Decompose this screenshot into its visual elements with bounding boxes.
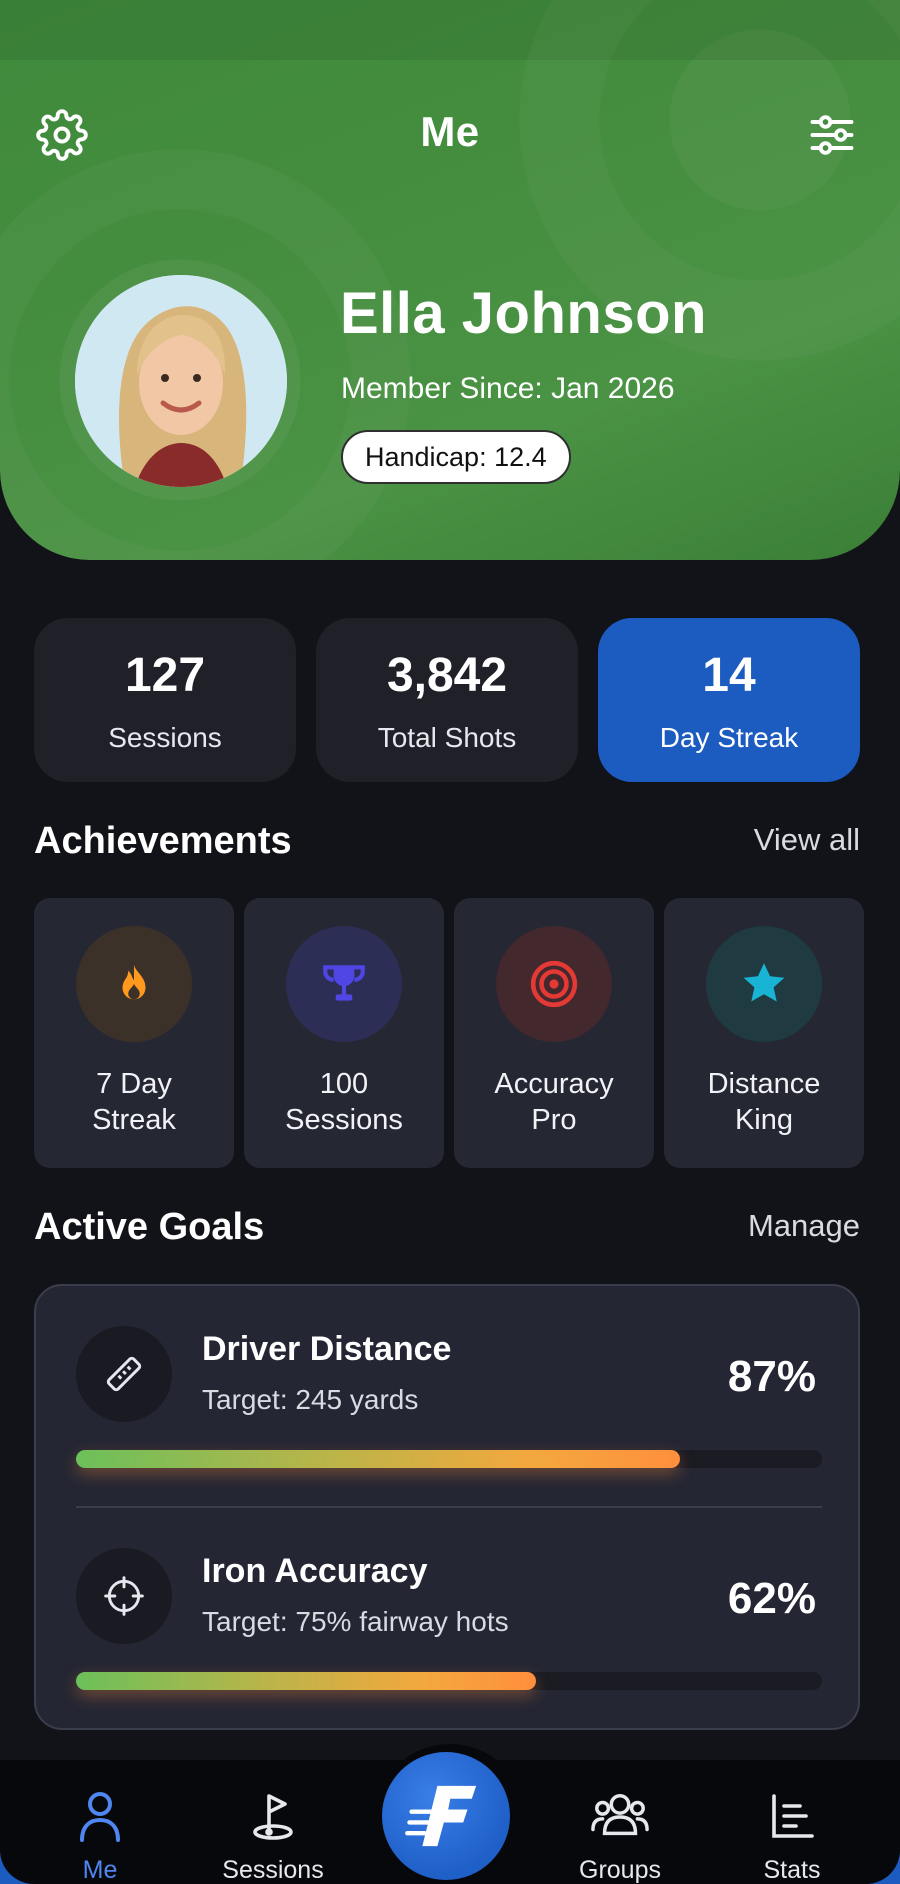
stat-label: Sessions (108, 722, 222, 753)
handicap-badge: Handicap: 12.4 (341, 430, 571, 484)
goal-progress-fill (76, 1672, 537, 1690)
page-title: Me (420, 108, 480, 155)
profile-header: Me Ella Johnson Member Since: Jan 2026 H… (0, 0, 900, 560)
goal-percent: 87% (727, 1352, 816, 1401)
avatar[interactable] (75, 275, 287, 487)
goal-icon-circle (76, 1548, 172, 1644)
goal-divider (76, 1506, 822, 1508)
profile-photo (75, 275, 287, 487)
nav-item-sessions[interactable]: Sessions (203, 1788, 343, 1884)
nav-item-me[interactable]: Me (30, 1788, 170, 1884)
me-screen: Me Ella Johnson Member Since: Jan 2026 H… (0, 0, 900, 1884)
achievement-7-day-streak[interactable]: 7 Day Streak (34, 898, 234, 1168)
bar-chart-icon (772, 1794, 814, 1838)
star-icon (743, 963, 785, 1002)
achievement-distance-king[interactable]: Distance King (664, 898, 864, 1168)
goal-progress-fill (76, 1450, 681, 1468)
stat-card-sessions[interactable]: 127 Sessions (34, 618, 296, 782)
app-logo-icon (405, 1785, 477, 1847)
member-since: Member Since: Jan 2026 (341, 372, 675, 405)
stat-label: Total Shots (377, 722, 517, 753)
stat-value: 127 (124, 649, 206, 702)
achievements-title: Achievements (34, 820, 292, 862)
achievement-100-sessions[interactable]: 100 Sessions (244, 898, 444, 1168)
goal-icon-circle (76, 1326, 172, 1422)
status-bar-area (0, 0, 900, 60)
nav-label: Me (82, 1856, 118, 1884)
stat-value: 3,842 (386, 649, 508, 702)
achievement-label: 7 Day Streak (92, 1068, 176, 1136)
nav-label: Stats (763, 1856, 821, 1884)
goal-target: Target: 245 yards (202, 1384, 419, 1415)
goal-progress-track (76, 1672, 822, 1690)
achievement-icon-circle (286, 926, 402, 1042)
stat-value: 14 (702, 649, 756, 702)
person-icon (80, 1792, 120, 1842)
ruler-icon (106, 1356, 142, 1392)
achievement-icon-circle (76, 926, 192, 1042)
nav-label: Sessions (222, 1856, 324, 1884)
nav-item-stats[interactable]: Stats (722, 1788, 862, 1884)
goal-title: Iron Accuracy (202, 1552, 428, 1590)
view-all-link[interactable]: View all (754, 822, 860, 858)
achievement-label: Accuracy Pro (494, 1068, 614, 1136)
nav-item-groups[interactable]: Groups (550, 1788, 690, 1884)
stat-label: Day Streak (659, 722, 799, 753)
manage-goals-link[interactable]: Manage (748, 1208, 860, 1244)
active-goals-title: Active Goals (34, 1206, 265, 1248)
group-icon (591, 1793, 649, 1836)
goal-target: Target: 75% fairway hots (202, 1606, 509, 1637)
flame-icon (122, 964, 146, 1000)
profile-name: Ella Johnson (340, 281, 707, 346)
stat-card-day-streak[interactable]: 14 Day Streak (598, 618, 860, 782)
goal-progress-track (76, 1450, 822, 1468)
sliders-icon (810, 115, 854, 155)
achievement-label: Distance King (707, 1068, 821, 1136)
achievement-icon-circle (706, 926, 822, 1042)
stat-card-total-shots[interactable]: 3,842 Total Shots (316, 618, 578, 782)
golf-flag-icon (253, 1794, 293, 1840)
achievement-icon-circle (496, 926, 612, 1042)
goal-percent: 62% (727, 1574, 816, 1623)
target-icon (530, 960, 578, 1008)
achievement-accuracy-pro[interactable]: Accuracy Pro (454, 898, 654, 1168)
trophy-icon (323, 965, 365, 1001)
goals-card: Driver Distance Target: 245 yards 87% Ir… (34, 1284, 860, 1730)
achievement-label: 100 Sessions (285, 1068, 403, 1136)
app-logo-button[interactable] (382, 1752, 510, 1880)
goal-title: Driver Distance (202, 1330, 452, 1368)
nav-label: Groups (579, 1856, 661, 1884)
filter-button[interactable] (802, 105, 862, 165)
crosshair-icon (104, 1576, 144, 1616)
